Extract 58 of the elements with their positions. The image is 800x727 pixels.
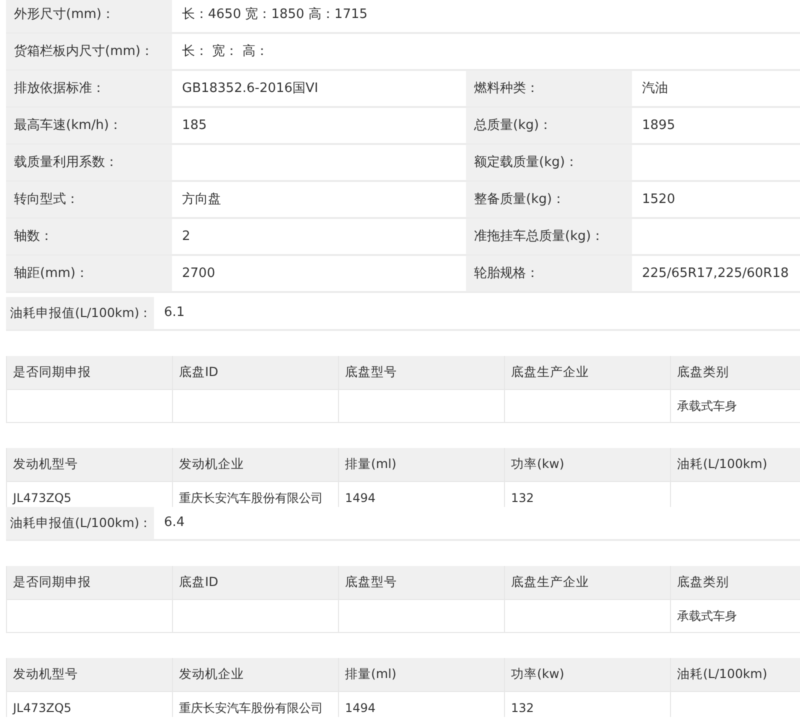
spec-label: 轮胎规格： (466, 256, 632, 291)
column-header: 发动机型号 (7, 658, 173, 692)
spec-value: 1520 (641, 190, 676, 209)
fuel-label: 油耗申报值(L/100km)： (6, 297, 154, 329)
column-header: 发动机企业 (173, 448, 339, 482)
fuel-label: 油耗申报值(L/100km)： (6, 507, 154, 539)
spec-value: 2700 (181, 264, 216, 283)
table-cell: 1494 (339, 692, 505, 717)
table-cell: JL473ZQ5 (7, 692, 173, 717)
column-header: 是否同期申报 (7, 566, 173, 600)
spec-value: GB18352.6-2016国VI (181, 80, 320, 98)
column-header: 功率(kw) (505, 658, 671, 692)
column-header: 底盘类别 (671, 356, 800, 390)
column-header: 排量(ml) (339, 658, 505, 692)
column-header: 功率(kw) (505, 448, 671, 482)
spec-value: 1895 (641, 116, 676, 135)
spec-label: 载质量利用系数： (6, 145, 172, 180)
spec-label: 总质量(kg)： (466, 108, 632, 143)
spec-label: 排放依据标准： (6, 71, 172, 106)
column-header: 发动机型号 (7, 448, 173, 482)
spec-label: 额定载质量(kg)： (466, 145, 632, 180)
spec-value: 方向盘 (181, 190, 222, 209)
column-header: 底盘ID (173, 566, 339, 600)
column-header: 底盘ID (173, 356, 339, 390)
column-header: 底盘型号 (339, 566, 505, 600)
spec-label: 外形尺寸(mm)： (6, 0, 172, 32)
spec-label: 轴数： (6, 219, 172, 254)
table-cell: 重庆长安汽车股份有限公司 (173, 482, 339, 507)
spec-label: 燃料种类： (466, 71, 632, 106)
spec-value: 长： 宽： 高： (181, 42, 270, 61)
spec-value: 汽油 (641, 80, 669, 98)
column-header: 发动机企业 (173, 658, 339, 692)
table-cell: 承载式车身 (671, 600, 800, 633)
spec-value: 2 (181, 228, 192, 246)
column-header: 油耗(L/100km) (671, 658, 800, 692)
table-cell: 132 (505, 482, 671, 507)
spec-value: 225/65R17,225/60R18 (641, 264, 790, 283)
table-cell: 承载式车身 (671, 390, 800, 423)
column-header: 油耗(L/100km) (671, 448, 800, 482)
fuel-value: 6.4 (163, 514, 186, 532)
column-header: 排量(ml) (339, 448, 505, 482)
table-cell: 1494 (339, 482, 505, 507)
table-cell: 132 (505, 692, 671, 717)
spec-value: 185 (181, 116, 208, 135)
fuel-value: 6.1 (163, 304, 186, 322)
spec-label: 转向型式： (6, 182, 172, 217)
column-header: 底盘型号 (339, 356, 505, 390)
column-header: 底盘类别 (671, 566, 800, 600)
spec-value: 长：4650 宽：1850 高：1715 (181, 6, 369, 24)
spec-label: 最高车速(km/h)： (6, 108, 172, 143)
column-header: 底盘生产企业 (505, 356, 671, 390)
spec-label: 轴距(mm)： (6, 256, 172, 291)
column-header: 底盘生产企业 (505, 566, 671, 600)
spec-label: 准拖挂车总质量(kg)： (466, 219, 632, 254)
table-cell: 重庆长安汽车股份有限公司 (173, 692, 339, 717)
column-header: 是否同期申报 (7, 356, 173, 390)
spec-label: 货箱栏板内尺寸(mm)： (6, 34, 172, 69)
spec-label: 整备质量(kg)： (466, 182, 632, 217)
